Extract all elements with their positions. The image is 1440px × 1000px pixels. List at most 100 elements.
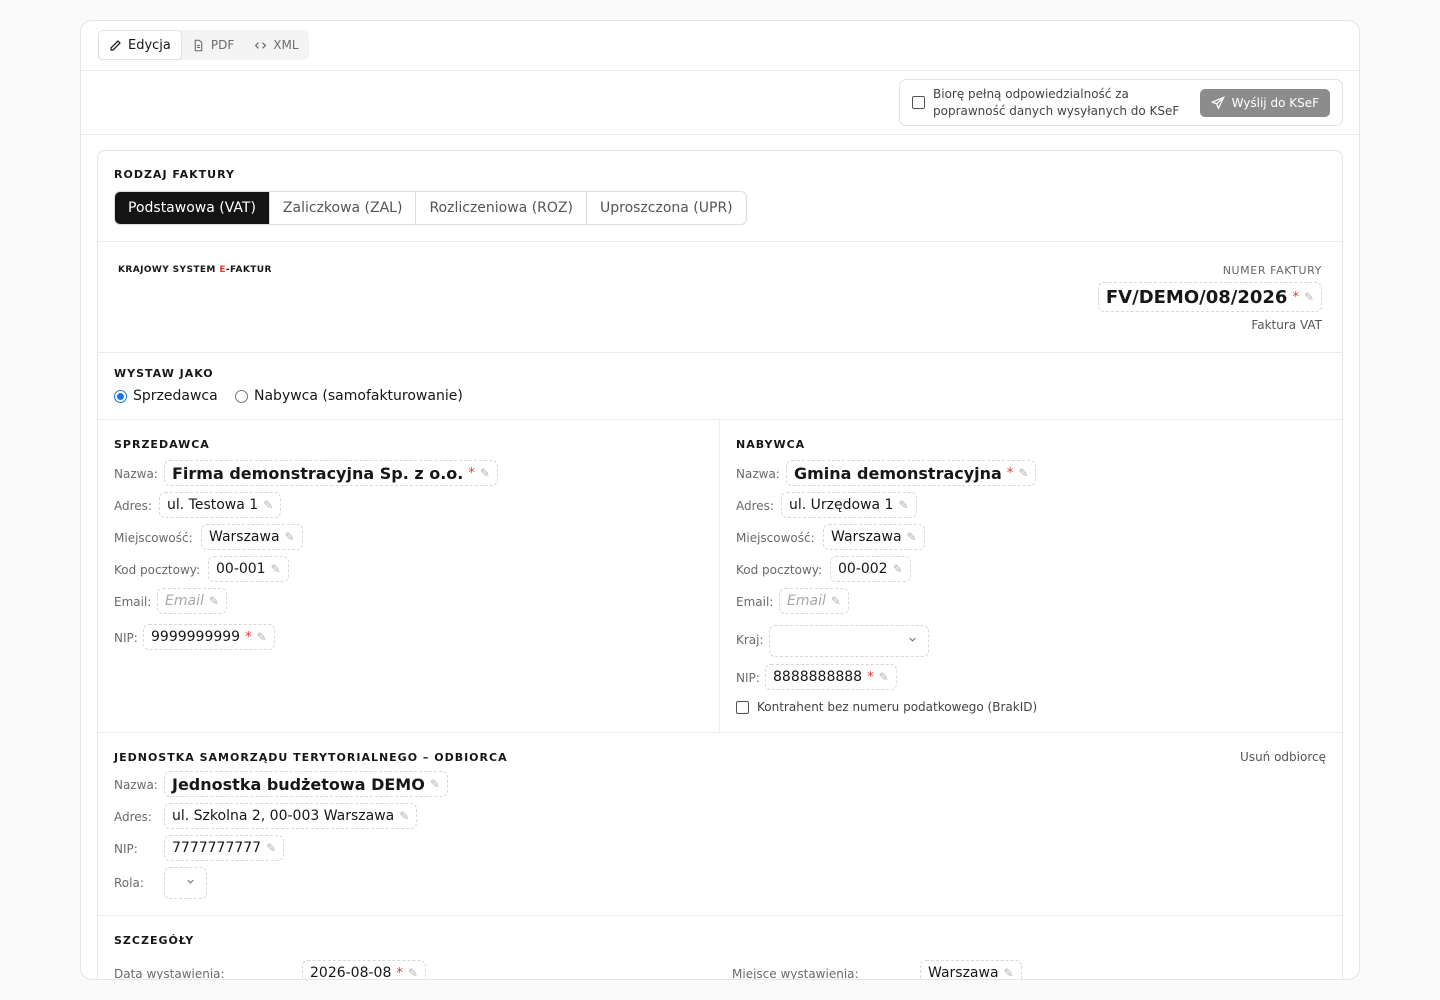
required-mark: * bbox=[245, 629, 252, 645]
buyer-email-label: Email: bbox=[736, 595, 774, 609]
no-tax-id-checkbox[interactable] bbox=[736, 700, 749, 714]
recipient-role-label: Rola: bbox=[114, 876, 144, 890]
issue-date: 2026-08-08 bbox=[310, 965, 392, 980]
buyer-nip-field[interactable]: 8888888888 * ✎ bbox=[765, 664, 897, 690]
invoice-type-vat[interactable]: Podstawowa (VAT) bbox=[115, 192, 269, 224]
buyer-address-field[interactable]: ul. Urzędowa 1 ✎ bbox=[781, 492, 917, 518]
view-toolbar: Edycja PDF XML bbox=[81, 21, 1359, 71]
radio-button[interactable] bbox=[114, 389, 127, 403]
seller-email-field[interactable]: Email ✎ bbox=[157, 588, 227, 614]
buyer-email-field[interactable]: Email ✎ bbox=[779, 588, 849, 614]
seller-name-label: Nazwa: bbox=[114, 467, 158, 481]
seller-address: ul. Testowa 1 bbox=[167, 497, 259, 513]
responsibility-text: Biorę pełną odpowiedzialność za poprawno… bbox=[933, 86, 1180, 118]
recipient-nip-label: NIP: bbox=[114, 842, 138, 856]
recipient-role-select[interactable] bbox=[164, 867, 207, 899]
recipient-nip-field[interactable]: 7777777777 ✎ bbox=[164, 835, 285, 861]
divider bbox=[98, 241, 1342, 242]
send-to-ksef-button[interactable]: Wyślij do KSeF bbox=[1199, 88, 1330, 117]
issue-date-label: Data wystawienia: bbox=[114, 967, 225, 980]
pencil-icon: ✎ bbox=[270, 562, 281, 576]
send-panel: Biorę pełną odpowiedzialność za poprawno… bbox=[899, 79, 1343, 126]
invoice-type-zal[interactable]: Zaliczkowa (ZAL) bbox=[268, 192, 416, 224]
recipient-title: JEDNOSTKA SAMORZĄDU TERYTORIALNEGO – ODB… bbox=[114, 751, 508, 764]
buyer-nip: 8888888888 bbox=[773, 669, 863, 685]
chevron-down-icon bbox=[185, 876, 196, 890]
pencil-icon: ✎ bbox=[830, 594, 841, 608]
buyer-country-label: Kraj: bbox=[736, 633, 764, 647]
invoice-number-value: FV/DEMO/08/2026 bbox=[1105, 286, 1288, 308]
radio-buyer-selfbilling[interactable]: Nabywca (samofakturowanie) bbox=[235, 388, 463, 404]
details-title: SZCZEGÓŁY bbox=[114, 934, 195, 947]
buyer-address-label: Adres: bbox=[736, 499, 774, 513]
issue-place-label: Miejsce wystawienia: bbox=[732, 967, 859, 980]
pencil-icon: ✎ bbox=[1303, 290, 1314, 304]
pencil-icon: ✎ bbox=[1018, 466, 1029, 480]
seller-postal: 00-001 bbox=[216, 561, 266, 577]
divider bbox=[98, 915, 1342, 916]
pencil-icon: ✎ bbox=[1003, 966, 1014, 980]
buyer-city: Warszawa bbox=[831, 529, 902, 545]
seller-postal-label: Kod pocztowy: bbox=[114, 563, 201, 577]
no-tax-id-label: Kontrahent bez numeru podatkowego (BrakI… bbox=[757, 700, 1038, 714]
seller-name-field[interactable]: Firma demonstracyjna Sp. z o.o. * ✎ bbox=[164, 460, 498, 486]
editor-window: Edycja PDF XML Biorę pełną odpowiedzialn… bbox=[80, 20, 1360, 980]
required-mark: * bbox=[1292, 289, 1299, 305]
seller-postal-field[interactable]: 00-001 ✎ bbox=[208, 556, 289, 582]
divider bbox=[98, 352, 1342, 353]
radio-seller[interactable]: Sprzedawca bbox=[114, 388, 218, 404]
required-mark: * bbox=[468, 465, 475, 481]
pencil-icon: ✎ bbox=[208, 594, 219, 608]
buyer-postal-field[interactable]: 00-002 ✎ bbox=[830, 556, 911, 582]
invoice-number-label: NUMER FAKTURY bbox=[1222, 264, 1322, 277]
invoice-kind-label: Faktura VAT bbox=[1251, 318, 1322, 332]
required-mark: * bbox=[1006, 465, 1014, 481]
seller-city: Warszawa bbox=[209, 529, 280, 545]
recipient-address-field[interactable]: ul. Szkolna 2, 00-003 Warszawa ✎ bbox=[164, 803, 418, 829]
invoice-number-field[interactable]: FV/DEMO/08/2026 * ✎ bbox=[1097, 282, 1322, 312]
seller-email-label: Email: bbox=[114, 595, 152, 609]
invoice-form: RODZAJ FAKTURY Podstawowa (VAT) Zaliczko… bbox=[97, 150, 1343, 980]
pencil-icon: ✎ bbox=[263, 498, 274, 512]
invoice-type-selector: Podstawowa (VAT) Zaliczkowa (ZAL) Rozlic… bbox=[114, 191, 747, 225]
tab-label: PDF bbox=[210, 38, 235, 52]
pencil-icon: ✎ bbox=[479, 466, 490, 480]
seller-nip: 9999999999 bbox=[151, 629, 241, 645]
responsibility-checkbox[interactable] bbox=[912, 96, 925, 109]
buyer-city-field[interactable]: Warszawa ✎ bbox=[823, 524, 925, 550]
action-bar: Biorę pełną odpowiedzialność za poprawno… bbox=[81, 71, 1359, 135]
view-tabs: Edycja PDF XML bbox=[98, 30, 309, 60]
buyer-postal: 00-002 bbox=[838, 561, 888, 577]
recipient-name: Jednostka budżetowa DEMO bbox=[172, 774, 425, 794]
issue-date-field[interactable]: 2026-08-08 * ✎ bbox=[302, 960, 426, 980]
pencil-icon: ✎ bbox=[256, 630, 267, 644]
buyer-postal-label: Kod pocztowy: bbox=[736, 563, 823, 577]
radio-button[interactable] bbox=[235, 389, 248, 403]
buyer-country-select[interactable] bbox=[769, 625, 929, 657]
tab-pdf[interactable]: PDF bbox=[182, 30, 244, 60]
seller-city-field[interactable]: Warszawa ✎ bbox=[201, 524, 303, 550]
no-tax-id-option[interactable]: Kontrahent bez numeru podatkowego (BrakI… bbox=[736, 700, 1037, 714]
code-icon bbox=[255, 41, 267, 49]
pencil-icon: ✎ bbox=[892, 562, 903, 576]
pencil-icon: ✎ bbox=[399, 809, 410, 823]
issue-place-field[interactable]: Warszawa ✎ bbox=[920, 960, 1022, 980]
seller-nip-field[interactable]: 9999999999 * ✎ bbox=[143, 624, 275, 650]
tab-edycja[interactable]: Edycja bbox=[98, 30, 182, 60]
recipient-name-label: Nazwa: bbox=[114, 778, 158, 792]
pencil-icon bbox=[110, 39, 121, 51]
column-divider bbox=[719, 419, 720, 732]
seller-address-field[interactable]: ul. Testowa 1 ✎ bbox=[159, 492, 282, 518]
invoice-type-upr[interactable]: Uproszczona (UPR) bbox=[585, 192, 746, 224]
buyer-name-field[interactable]: Gmina demonstracyjna * ✎ bbox=[786, 460, 1037, 486]
issue-place: Warszawa bbox=[928, 965, 999, 980]
buyer-city-label: Miejscowość: bbox=[736, 531, 815, 545]
invoice-type-roz[interactable]: Rozliczeniowa (ROZ) bbox=[415, 192, 586, 224]
remove-recipient-link[interactable]: Usuń odbiorcę bbox=[1240, 750, 1326, 764]
pencil-icon: ✎ bbox=[878, 670, 889, 684]
recipient-name-field[interactable]: Jednostka budżetowa DEMO ✎ bbox=[164, 771, 448, 797]
buyer-email-placeholder: Email bbox=[787, 593, 826, 609]
tab-xml[interactable]: XML bbox=[244, 30, 308, 60]
tab-label: XML bbox=[273, 38, 299, 52]
logo-text: KRAJOWY SYSTEM bbox=[118, 265, 220, 275]
